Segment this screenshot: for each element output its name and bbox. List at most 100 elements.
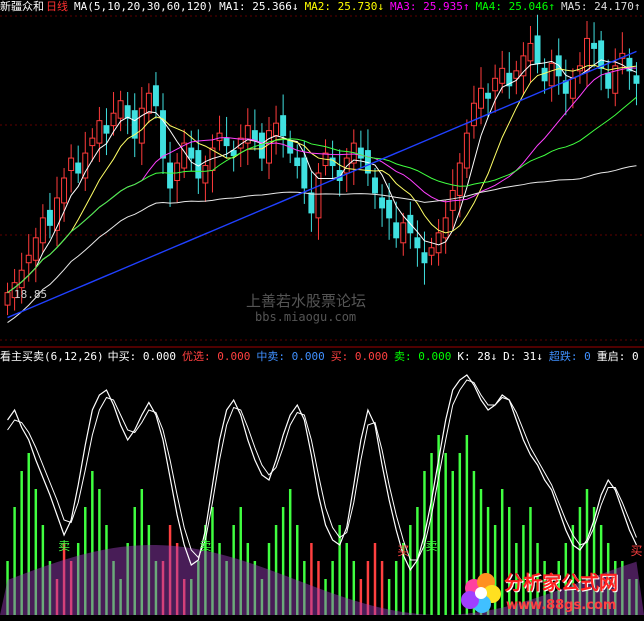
indicator-header: 看主买卖(6,12,26) 中买: 0.000 优选: 0.000 中卖: 0.000… xyxy=(0,350,644,364)
candle-body-23 xyxy=(167,162,174,189)
candle-body-74 xyxy=(527,42,534,62)
candle-body-66 xyxy=(470,102,477,127)
candle-body-68 xyxy=(485,92,492,99)
main-chart-header: 新疆众和 日线 MA(5,10,20,30,60,120) MA1: 25.366↓ M… xyxy=(0,0,644,14)
candle-body-30 xyxy=(216,132,223,142)
candle-body-25 xyxy=(181,142,188,169)
candle-body-59 xyxy=(421,252,428,264)
sell-signal-0: 卖 xyxy=(58,539,70,553)
k-line xyxy=(7,374,638,572)
candle-body-17 xyxy=(124,105,131,119)
candle-body-10 xyxy=(75,162,82,174)
candle-body-22 xyxy=(160,110,166,159)
candle-body-0 xyxy=(4,292,11,306)
ma-value-2: MA3: 25.935↑ xyxy=(390,0,470,13)
candle-body-26 xyxy=(188,147,195,159)
watermark-url: bbs.miaogu.com xyxy=(255,310,357,324)
ma6-line xyxy=(7,50,637,319)
watermark-title: 上善若水股票论坛 xyxy=(246,292,367,310)
candle-body-2 xyxy=(18,269,25,289)
candle-body-39 xyxy=(280,115,287,137)
ma-value-0: MA1: 25.366↓ xyxy=(219,0,299,13)
site-logo: 分析家公式网 www.88gs.com xyxy=(452,562,644,621)
candle-body-5 xyxy=(39,217,46,244)
candle-body-9 xyxy=(68,157,75,172)
candle-body-55 xyxy=(393,222,400,239)
candle-body-56 xyxy=(400,222,407,244)
candle-body-24 xyxy=(174,162,181,181)
candle-body-67 xyxy=(478,87,484,109)
ma-value-3: MA4: 25.046↑ xyxy=(475,0,556,13)
ma-params: MA(5,10,20,30,60,120) xyxy=(74,0,214,13)
candle-body-58 xyxy=(414,237,421,249)
candle-body-14 xyxy=(103,125,110,134)
candle-body-19 xyxy=(138,107,145,144)
candle-body-3 xyxy=(25,254,32,264)
indicator-value-3: 买: 0.000 xyxy=(330,350,389,363)
candle-body-62 xyxy=(442,217,449,239)
candle-body-43 xyxy=(308,192,315,214)
candle-body-44 xyxy=(315,172,322,219)
candle-body-75 xyxy=(534,35,541,64)
logo-url: www.88gs.com xyxy=(506,598,617,613)
buy-signal-1: 买 xyxy=(630,544,642,558)
period-label[interactable]: 日线 xyxy=(46,0,68,13)
d-line xyxy=(7,379,637,561)
candle-body-32 xyxy=(230,150,237,157)
candle-body-20 xyxy=(145,92,152,114)
low-price-label: 18.85 xyxy=(14,288,48,301)
candle-body-4 xyxy=(32,237,39,261)
candle-body-12 xyxy=(89,137,96,147)
candle-body-65 xyxy=(463,132,470,169)
candle-body-16 xyxy=(117,100,124,119)
candle-body-84 xyxy=(598,40,605,69)
candle-body-85 xyxy=(605,72,612,89)
sell-signal-2: 卖 xyxy=(426,539,438,553)
indicator-name: 看主买卖(6,12,26) xyxy=(0,350,104,363)
indicator-value-7: 超跌: 0 xyxy=(548,350,591,363)
indicator-values: 中买: 0.000 优选: 0.000 中卖: 0.000 买: 0.000 卖: 0.… xyxy=(108,350,644,363)
ma-values: MA1: 25.366↓ MA2: 25.730↓ MA3: 25.935↑ MA4:… xyxy=(219,0,644,13)
candle-body-73 xyxy=(520,55,527,77)
candle-body-80 xyxy=(569,77,576,99)
candle-body-6 xyxy=(46,209,53,226)
candle-body-86 xyxy=(612,65,619,94)
candle-body-60 xyxy=(428,247,435,256)
candle-body-76 xyxy=(541,67,548,82)
sell-signal-1: 卖 xyxy=(199,539,211,553)
candle-body-77 xyxy=(548,62,555,87)
indicator-value-1: 优选: 0.000 xyxy=(181,350,251,363)
candle-body-50 xyxy=(357,147,364,159)
candle-body-41 xyxy=(294,157,301,167)
candle-body-47 xyxy=(336,170,343,181)
candle-body-70 xyxy=(499,67,506,84)
indicator-value-8: 重启: 0 xyxy=(596,350,639,363)
candle-body-53 xyxy=(379,197,386,209)
candle-body-61 xyxy=(435,232,442,254)
candle-body-37 xyxy=(266,130,272,164)
candle-body-83 xyxy=(591,42,598,49)
indicator-value-5: K: 28↓ xyxy=(457,350,498,363)
ma3-line xyxy=(7,67,637,294)
indicator-value-4: 卖: 0.000 xyxy=(394,350,452,363)
indicator-value-0: 中买: 0.000 xyxy=(107,350,176,363)
candle-body-21 xyxy=(152,85,159,107)
stock-chart-window: 卖 卖 卖 买 买 新疆众和 日线 MA(5,10,20,30,60,120) MA1: 25… xyxy=(0,0,644,621)
candle-body-36 xyxy=(258,132,265,159)
buy-signal-0: 买 xyxy=(397,544,409,558)
candle-body-31 xyxy=(223,137,230,147)
indicator-value-2: 中卖: 0.000 xyxy=(256,350,325,363)
ma-value-4: MA5: 24.170↑ xyxy=(561,0,641,13)
candle-body-72 xyxy=(513,70,520,79)
candle-body-35 xyxy=(251,130,258,142)
indicator-value-6: D: 31↓ xyxy=(503,350,543,363)
candle-body-52 xyxy=(372,177,378,194)
candle-body-42 xyxy=(301,157,308,189)
candle-body-89 xyxy=(633,75,640,84)
stock-name: 新疆众和 xyxy=(0,0,44,13)
candle-body-54 xyxy=(386,199,393,219)
candle-body-8 xyxy=(61,177,68,204)
candle-body-28 xyxy=(202,165,209,184)
candle-body-38 xyxy=(273,122,280,137)
candle-body-11 xyxy=(82,152,89,179)
